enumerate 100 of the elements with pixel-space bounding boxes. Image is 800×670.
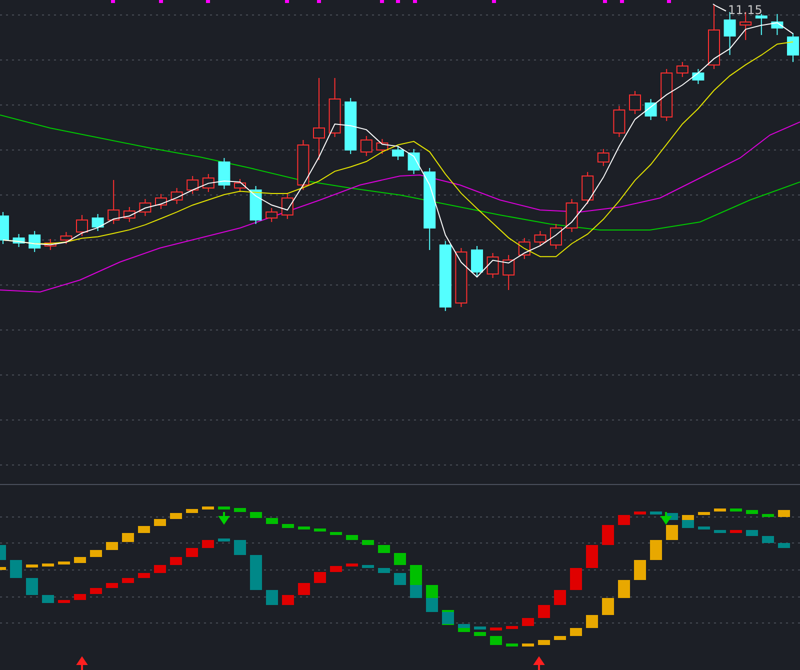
candlestick	[44, 238, 56, 250]
candlestick	[281, 194, 294, 220]
candlestick	[360, 136, 372, 156]
indicator-bar	[250, 555, 262, 590]
candlestick	[534, 230, 546, 246]
indicator-bar	[538, 605, 550, 618]
indicator-bar	[186, 548, 198, 557]
indicator-bar	[634, 560, 646, 580]
indicator-bar	[234, 540, 246, 555]
leader-line	[712, 4, 726, 12]
indicator-bar	[298, 526, 310, 530]
indicator-bar	[634, 512, 646, 514]
signal-marker	[380, 0, 384, 3]
candlestick	[566, 198, 578, 232]
signal-marker	[620, 0, 624, 3]
indicator-bar	[218, 506, 230, 510]
indicator-bar	[586, 615, 598, 628]
candlestick	[439, 240, 452, 312]
indicator-bar	[778, 543, 790, 548]
candlestick	[550, 224, 562, 250]
indicator-bar	[314, 572, 326, 583]
candlestick	[155, 194, 167, 210]
signal-marker	[206, 0, 210, 3]
candlestick	[139, 198, 152, 216]
indicator-bar	[490, 628, 502, 630]
indicator-bar	[266, 590, 278, 605]
indicator-bar	[698, 526, 710, 530]
candlestick	[708, 4, 720, 70]
indicator-bar	[506, 644, 518, 646]
indicator-bar	[474, 632, 486, 636]
candlestick	[629, 90, 641, 114]
candlestick	[486, 252, 499, 278]
indicator-bar	[698, 512, 710, 515]
candlestick	[218, 158, 230, 190]
candlestick	[123, 206, 136, 222]
indicator-bar	[266, 518, 278, 524]
indicator-bar	[154, 519, 166, 526]
indicator-bar	[490, 636, 502, 645]
candlestick	[676, 62, 688, 78]
indicator-bar	[154, 565, 166, 573]
indicator-bar	[522, 618, 534, 626]
candlestick	[771, 14, 784, 36]
indicator-bar	[42, 595, 54, 603]
indicator-bar	[602, 525, 614, 545]
up-arrow-icon	[534, 656, 544, 670]
indicator-bar	[234, 508, 246, 512]
indicator-bar	[650, 540, 662, 560]
indicator-bar	[138, 526, 150, 533]
signal-marker	[111, 0, 115, 3]
candlestick	[60, 232, 72, 244]
indicator-bar	[746, 530, 758, 536]
indicator-bar	[0, 545, 6, 560]
indicator-bar	[138, 573, 150, 578]
candlestick	[392, 146, 404, 160]
indicator-bar	[170, 513, 182, 519]
indicator-bar	[26, 564, 38, 568]
indicator-bar	[570, 628, 582, 636]
signal-marker	[492, 0, 496, 3]
candlestick	[755, 14, 768, 36]
indicator-bar	[730, 508, 742, 512]
indicator-bar	[746, 510, 758, 514]
candlestick	[328, 78, 341, 138]
signal-marker	[159, 0, 163, 3]
indicator-bar	[538, 640, 550, 645]
candlestick	[471, 246, 483, 276]
indicator-bar	[298, 583, 310, 595]
signal-marker	[413, 0, 417, 3]
candlestick	[408, 148, 420, 174]
indicator-bar	[506, 626, 518, 629]
candlestick	[344, 98, 357, 154]
candlestick	[28, 230, 41, 252]
up-arrow-icon	[77, 656, 87, 670]
candlestick	[76, 214, 88, 236]
candlestick	[202, 174, 214, 192]
indicator-bar	[650, 512, 662, 514]
indicator-bar	[202, 540, 214, 548]
indicator-bar	[586, 545, 598, 568]
indicator-bar	[10, 560, 22, 578]
candlestick	[518, 238, 530, 260]
candlestick	[692, 68, 704, 84]
indicator-bar	[282, 595, 294, 605]
candlestick	[0, 212, 9, 244]
indicator-bar	[570, 568, 582, 590]
candlestick	[250, 186, 262, 224]
candlestick	[12, 234, 25, 248]
indicator-bar	[346, 564, 358, 566]
indicator-bar	[74, 594, 86, 600]
indicator-bar	[346, 535, 358, 540]
indicator-bar	[618, 580, 630, 598]
candlestick	[234, 178, 246, 192]
candlestick	[582, 172, 594, 204]
indicator-bar	[602, 598, 614, 615]
candlestick	[376, 138, 388, 154]
indicator-bar	[122, 533, 134, 542]
indicator-bar	[714, 508, 726, 512]
indicator-bar	[394, 553, 406, 565]
indicator-bar	[106, 583, 118, 588]
indicator-bar	[730, 530, 742, 533]
indicator-bar	[314, 528, 326, 532]
signal-marker	[396, 0, 400, 3]
